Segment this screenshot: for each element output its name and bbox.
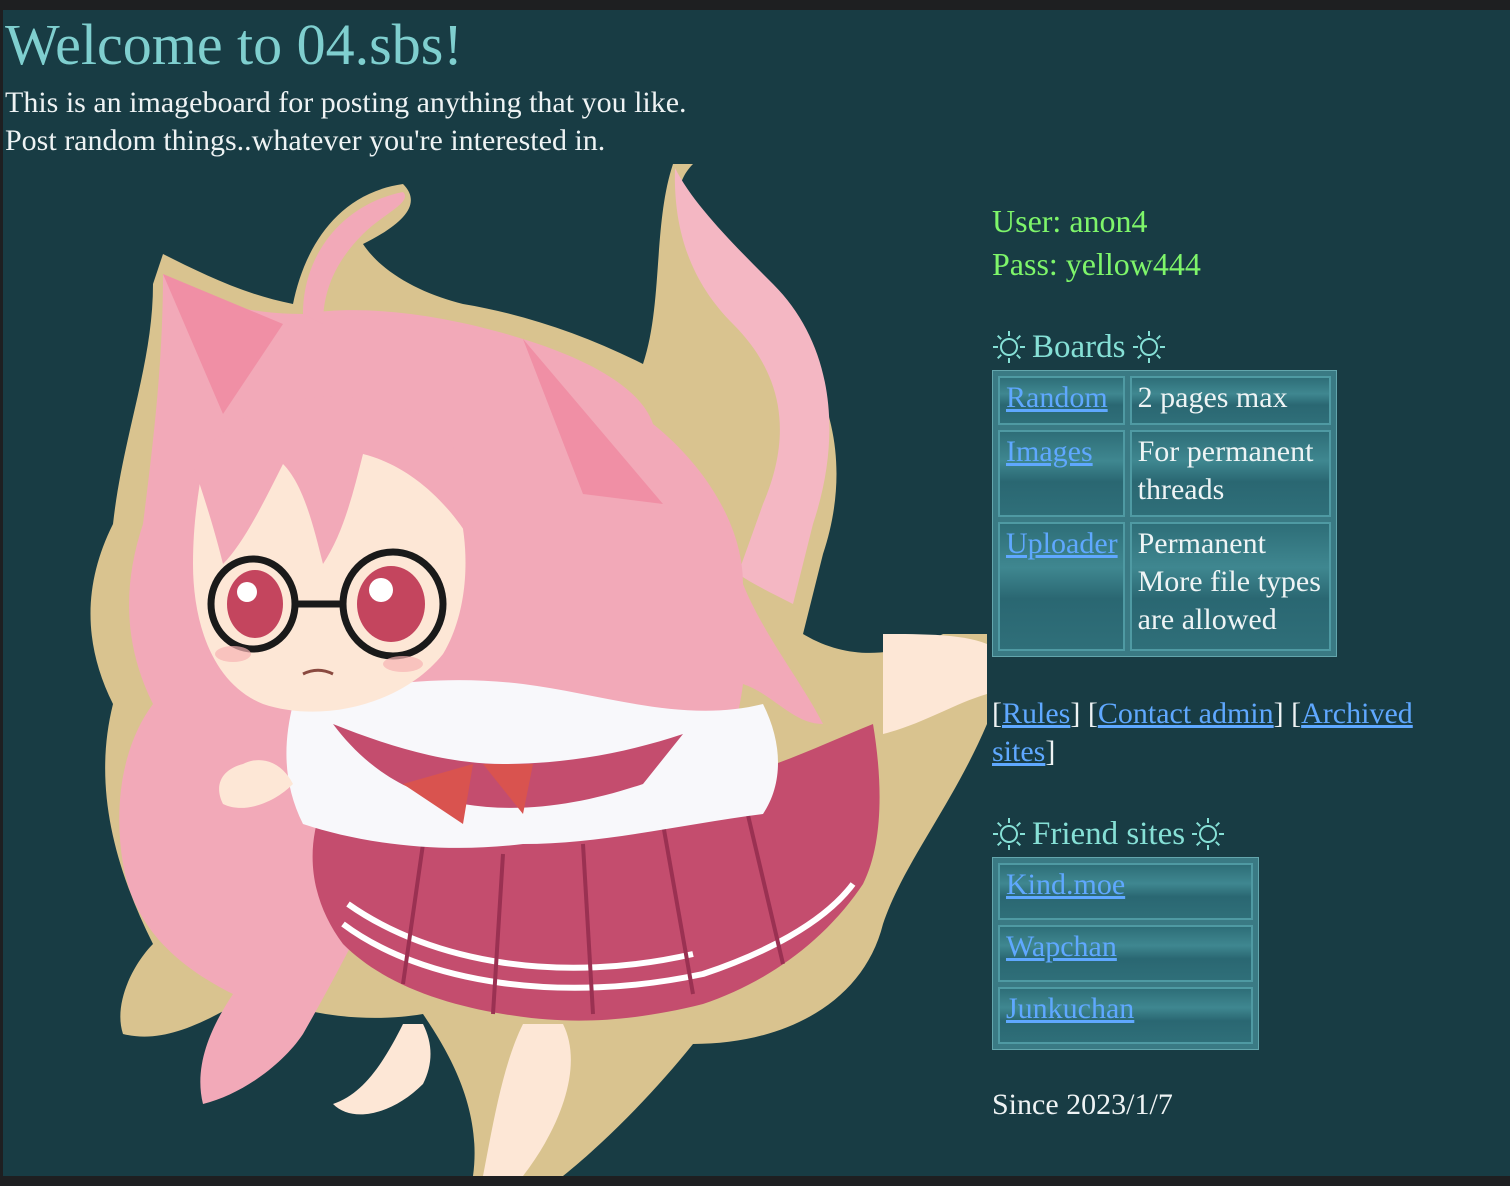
- table-row: Random 2 pages max: [998, 376, 1331, 425]
- board-link-images[interactable]: Images: [1006, 435, 1093, 468]
- sun-icon: [993, 331, 1025, 363]
- sidebar: User: anon4 Pass: yellow444 Boards Rando…: [992, 200, 1472, 1124]
- credentials: User: anon4 Pass: yellow444: [992, 200, 1472, 286]
- sun-icon: [1132, 331, 1165, 363]
- intro-line-2: Post random things..whatever you're inte…: [5, 124, 606, 157]
- board-name-cell: Random: [998, 376, 1125, 425]
- boards-heading: Boards: [992, 326, 1472, 368]
- board-link-uploader[interactable]: Uploader: [1006, 527, 1118, 560]
- table-row: Uploader Permanent More file types are a…: [998, 522, 1331, 651]
- since-date: Since 2023/1/7: [992, 1088, 1173, 1121]
- rules-link[interactable]: Rules: [1002, 697, 1070, 730]
- friend-site-cell: Wapchan: [998, 925, 1253, 982]
- board-desc-cell: Permanent More file types are allowed: [1129, 522, 1331, 651]
- page-title: Welcome to 04.sbs!: [5, 12, 463, 77]
- site-links: [Rules] [Contact admin] [Archived sites]: [992, 697, 1413, 768]
- friend-sites-table: Kind.moe Wapchan Junkuchan: [992, 857, 1259, 1050]
- board-link-random[interactable]: Random: [1006, 381, 1108, 414]
- friend-link-junkuchan[interactable]: Junkuchan: [1006, 992, 1134, 1025]
- sun-icon: [993, 818, 1025, 850]
- table-row: Kind.moe: [998, 863, 1253, 920]
- board-name-cell: Images: [998, 430, 1125, 517]
- table-row: Images For permanent threads: [998, 430, 1331, 517]
- credentials-pass: Pass: yellow444: [992, 246, 1201, 282]
- friend-sites-heading: Friend sites: [992, 813, 1472, 855]
- board-desc-cell: 2 pages max: [1129, 376, 1331, 425]
- credentials-user: User: anon4: [992, 203, 1148, 239]
- friend-link-kind-moe[interactable]: Kind.moe: [1006, 868, 1125, 901]
- board-desc-cell: For permanent threads: [1129, 430, 1331, 517]
- board-name-cell: Uploader: [998, 522, 1125, 651]
- friend-site-cell: Junkuchan: [998, 987, 1253, 1044]
- boards-heading-text: Boards: [1032, 329, 1126, 365]
- table-row: Junkuchan: [998, 987, 1253, 1044]
- intro-line-1: This is an imageboard for posting anythi…: [5, 86, 687, 119]
- friend-sites-heading-text: Friend sites: [1032, 816, 1186, 852]
- friend-site-cell: Kind.moe: [998, 863, 1253, 920]
- catgirl-illustration: [90, 164, 987, 1176]
- page: Welcome to 04.sbs! This is an imageboard…: [3, 10, 1510, 1176]
- friend-link-wapchan[interactable]: Wapchan: [1006, 930, 1117, 963]
- intro-text: This is an imageboard for posting anythi…: [5, 84, 687, 160]
- boards-table: Random 2 pages max Images For permanent …: [992, 370, 1337, 657]
- sun-icon: [1192, 818, 1225, 850]
- table-row: Wapchan: [998, 925, 1253, 982]
- contact-admin-link[interactable]: Contact admin: [1098, 697, 1274, 730]
